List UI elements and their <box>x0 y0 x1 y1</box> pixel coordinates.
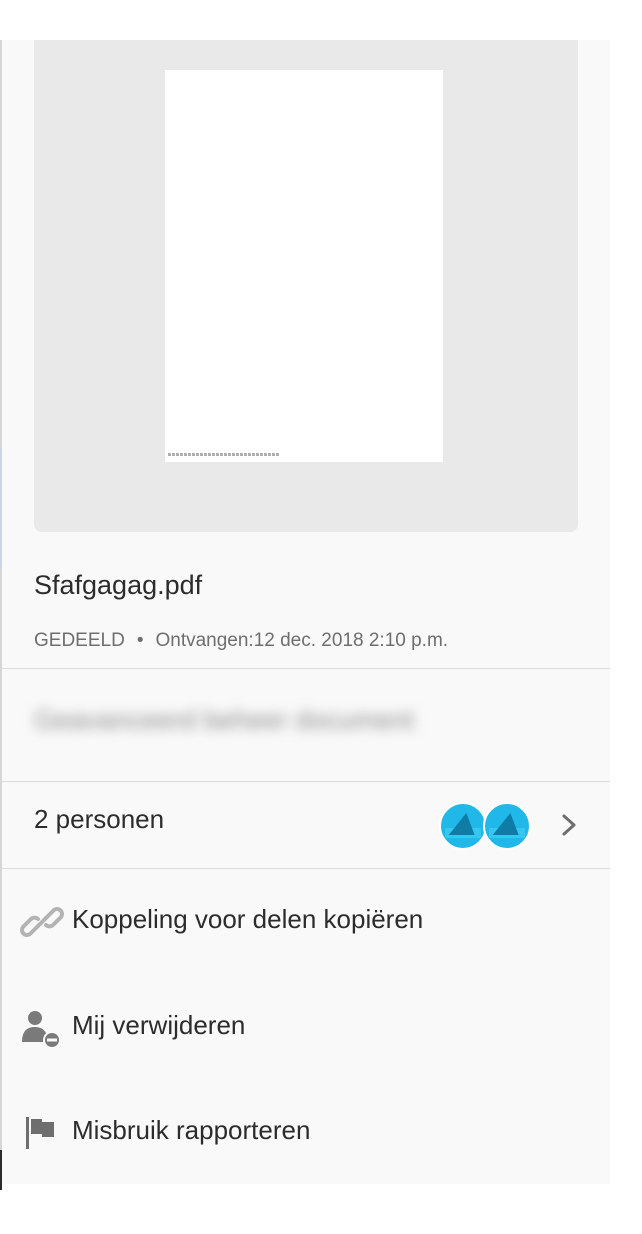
flag-icon <box>26 1117 54 1149</box>
report-abuse-button[interactable]: Misbruik rapporteren <box>2 1097 610 1167</box>
file-name: Sfafgagag.pdf <box>34 570 203 600</box>
shared-status: GEDEELD <box>34 630 125 651</box>
page-footer-text <box>168 453 280 456</box>
people-count-label: 2 personen <box>34 804 165 834</box>
divider <box>2 868 610 869</box>
report-abuse-label: Misbruik rapporteren <box>72 1115 311 1145</box>
avatar <box>483 802 531 850</box>
document-details-panel: Sfafgagag.pdf GEDEELD • Ontvangen:12 dec. … <box>2 40 610 1184</box>
file-meta: GEDEELD • Ontvangen:12 dec. 2018 2:10 p.m. <box>34 630 448 652</box>
remove-me-button[interactable]: Mij verwijderen <box>2 992 610 1062</box>
received-date: Ontvangen:12 dec. 2018 2:10 p.m. <box>155 630 449 651</box>
copy-share-link-label: Koppeling voor delen kopiëren <box>72 904 424 934</box>
document-page-thumbnail <box>165 70 443 462</box>
document-preview[interactable] <box>34 40 578 532</box>
link-icon <box>20 907 64 937</box>
divider <box>2 668 610 669</box>
remove-me-label: Mij verwijderen <box>72 1010 246 1040</box>
window-edge-mark <box>0 1150 2 1190</box>
shared-people-row[interactable]: 2 personen <box>2 782 610 868</box>
copy-share-link-button[interactable]: Koppeling voor delen kopiëren <box>2 886 610 956</box>
blurred-option[interactable]: Geavanceerd beheer document <box>34 705 414 736</box>
meta-separator: • <box>136 630 144 651</box>
avatar <box>439 802 487 850</box>
remove-user-icon <box>22 1011 61 1049</box>
chevron-right-icon[interactable] <box>558 810 582 840</box>
